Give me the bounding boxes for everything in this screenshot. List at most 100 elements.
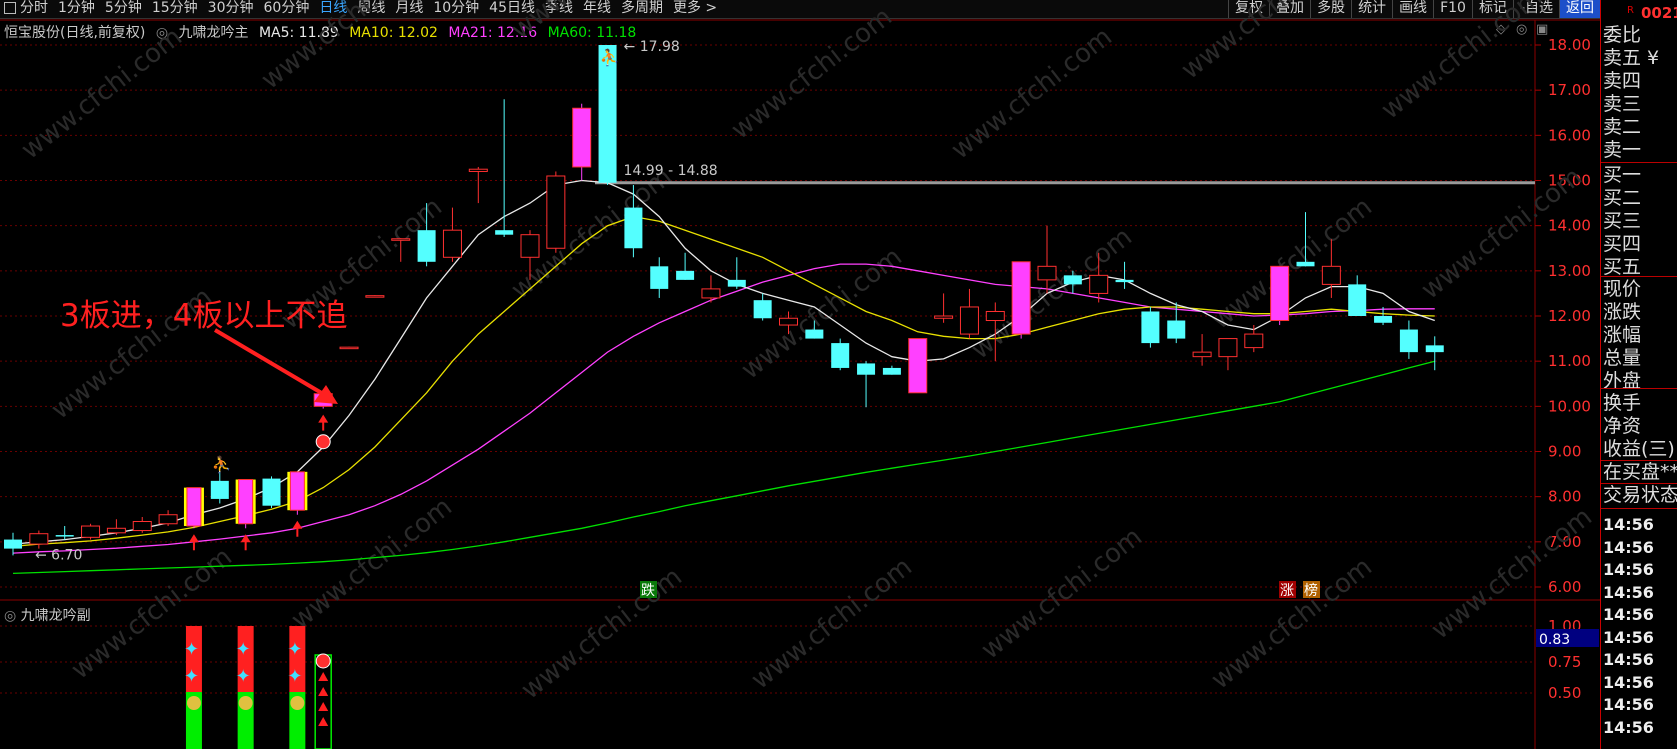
candle-body-down — [417, 230, 436, 262]
money-bag-icon — [238, 696, 253, 710]
panel-divider — [1601, 483, 1677, 484]
watermark-text: www.cfchi.com — [1206, 552, 1378, 696]
candle-body-up — [468, 168, 488, 172]
price-tick-label: 10.00 — [1548, 397, 1591, 415]
candle-body-up — [701, 288, 721, 299]
watermark-text: www.cfchi.com — [1376, 0, 1548, 126]
candle-body-up — [520, 234, 540, 258]
butterfly-icon: ✦ — [287, 666, 302, 687]
sub-arrow-icon — [318, 702, 329, 711]
candle-body-up — [29, 533, 49, 545]
quote-label: 委比 — [1603, 24, 1642, 46]
price-tick-label: 18.00 — [1548, 36, 1591, 54]
signal-ball-icon — [315, 434, 331, 450]
quote-label: 涨跌 — [1603, 301, 1642, 323]
trade-time: 14:56 — [1603, 515, 1654, 534]
candle-body-up — [1244, 333, 1264, 349]
zhang-tag: 涨 — [1280, 583, 1294, 599]
panel-divider — [1601, 388, 1677, 389]
watermark-text: www.cfchi.com — [1176, 0, 1348, 86]
quote-label: 卖一 — [1603, 139, 1642, 161]
quote-label: 净资 — [1603, 415, 1642, 437]
quote-panel: R 0021 委比卖五 ¥卖四卖三卖二卖一买一买二买三买四买五现价涨跌涨幅总量外… — [1600, 0, 1677, 749]
quote-label: 外盘 — [1603, 370, 1642, 392]
watermark-text: www.cfchi.com — [516, 562, 688, 706]
candle-body-up — [908, 338, 928, 394]
candle-body-down — [727, 279, 746, 287]
high-price-label: ← 17.98 — [624, 39, 680, 55]
candle-body-up — [1089, 274, 1109, 294]
candle-body-up — [106, 527, 126, 534]
candle-body-up — [985, 310, 1005, 322]
money-bag-icon — [186, 696, 201, 710]
trade-time: 14:56 — [1603, 672, 1654, 692]
panel-divider — [1601, 276, 1677, 277]
butterfly-icon: ✦ — [184, 666, 199, 687]
quote-label: 买四 — [1603, 233, 1642, 255]
watermark-text: www.cfchi.com — [976, 522, 1148, 666]
trade-time: 14:56 — [1603, 650, 1654, 669]
watermark-text: www.cfchi.com — [746, 552, 918, 696]
bang-tag: 榜 — [1304, 582, 1318, 599]
kline-chart[interactable]: 18.0017.0016.0015.0014.0013.0012.0011.00… — [0, 0, 1600, 749]
watermark-text: www.cfchi.com — [946, 22, 1118, 166]
annotation-arrow — [213, 328, 327, 397]
money-bag-icon — [290, 696, 305, 710]
candle-body-down — [495, 230, 514, 235]
sub-value: 0.83 — [1539, 632, 1570, 648]
trade-time: 14:56 — [1603, 560, 1654, 579]
candle-body-down — [4, 539, 22, 549]
butterfly-icon: ✦ — [287, 639, 302, 660]
candle-body-up — [81, 525, 101, 538]
quote-label: 买三 — [1603, 210, 1642, 232]
watermark-text: www.cfchi.com — [256, 0, 428, 96]
annotation-text: 3板进，4板以上不追 — [60, 298, 347, 334]
candle-body-up — [132, 521, 152, 532]
candle-body-down — [262, 478, 281, 506]
quote-label: 总量 — [1603, 347, 1642, 369]
butterfly-icon: ✦ — [236, 666, 251, 687]
candle-body-up — [959, 306, 979, 335]
candle-body-up — [1218, 338, 1238, 358]
quote-label: 买一 — [1603, 164, 1642, 186]
quote-label: 买二 — [1603, 187, 1642, 209]
butterfly-icon: ✦ — [184, 639, 199, 660]
trade-time: 14:56 — [1603, 537, 1654, 557]
price-tick-label: 17.00 — [1548, 81, 1591, 99]
candle-body-down — [805, 329, 824, 339]
candle-body-down — [1425, 345, 1444, 353]
candle-body-down — [650, 266, 669, 289]
quote-label: 收益(三) — [1603, 438, 1675, 460]
buy-signal-head — [188, 534, 199, 543]
watermark-text: www.cfchi.com — [66, 542, 238, 686]
quote-label: 卖五 ¥ — [1603, 47, 1660, 69]
candle-body-down — [1167, 320, 1186, 339]
trade-time: 14:56 — [1603, 582, 1654, 602]
panel-divider — [1601, 508, 1677, 509]
candle-body-down — [753, 300, 772, 319]
stock-code-box[interactable]: R 0021 — [1601, 0, 1677, 22]
candle-body-down — [55, 535, 74, 537]
butterfly-icon: ✦ — [236, 639, 251, 660]
candle-body-up — [934, 315, 954, 319]
candle-body-down — [1141, 311, 1160, 344]
quote-label: 涨幅 — [1603, 324, 1642, 346]
candle-body-up — [1321, 265, 1341, 285]
figure-icon: ⛹ — [600, 48, 620, 67]
r-icon: R — [1627, 5, 1634, 16]
candle-body-down — [1296, 261, 1315, 267]
candle-body-up — [1270, 265, 1290, 322]
candle-body-down — [1063, 275, 1082, 285]
watermark-text: www.cfchi.com — [286, 492, 458, 636]
candle-body-up — [289, 471, 305, 511]
die-tag: 跌 — [641, 583, 655, 599]
candle-body-up — [365, 295, 385, 298]
candle-body-up — [442, 229, 462, 258]
buy-signal-head — [318, 414, 329, 423]
price-tick-label: 6.00 — [1548, 578, 1581, 596]
candle-body-down — [857, 363, 876, 375]
candle-body-down — [1115, 279, 1134, 283]
candle-body-up — [1037, 265, 1057, 281]
price-tick-label: 11.00 — [1548, 352, 1591, 370]
stock-code: 0021 — [1641, 4, 1677, 22]
